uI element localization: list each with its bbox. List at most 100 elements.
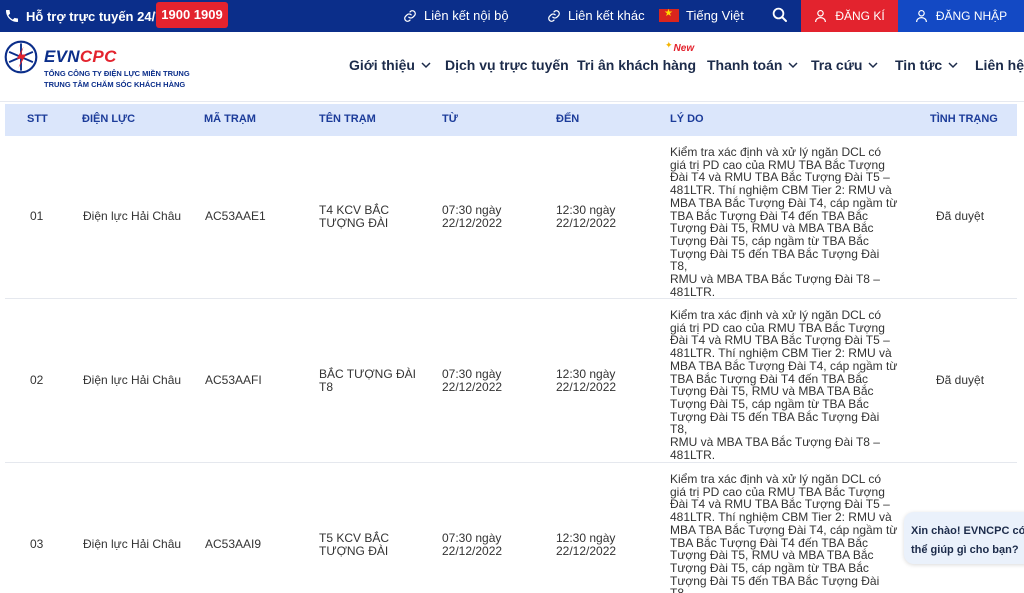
ly-do-line: 481LTR. Thí nghiệm CBM Tier 2: RMU và [670, 346, 892, 361]
nav-gioi-thieu[interactable]: Giới thiệu [349, 57, 431, 73]
ly-do-line: Tượng Đài T5 đến TBA Bắc Tượng Đài T8, [670, 573, 880, 593]
ly-do-line: Tượng Đài T5 đến TBA Bắc Tượng Đài T8, [670, 246, 880, 274]
cell-tu: 07:30 ngày 22/12/2022 [442, 532, 502, 557]
chat-greeting-line: thể giúp gì cho bạn? [911, 544, 1019, 556]
cell-ma-tram: AC53AAE1 [205, 209, 266, 223]
ten-tram-line: TƯỢNG ĐÀI [319, 543, 389, 558]
vietnam-flag-icon [659, 8, 679, 22]
chat-greeting-line: Xin chào! EVNCPC có [911, 525, 1024, 537]
company-name: TỔNG CÔNG TY ĐIỆN LỰC MIỀN TRUNG [44, 69, 190, 78]
den-line: 12:30 ngày [556, 531, 616, 545]
company-subtitle: TRUNG TÂM CHĂM SÓC KHÁCH HÀNG [44, 80, 186, 89]
table-header: STT ĐIỆN LỰC MÃ TRẠM TÊN TRẠM TỪ ĐẾN LÝ … [5, 104, 1017, 136]
chevron-down-icon [948, 61, 958, 68]
nav-label: Liên hệ [975, 57, 1024, 73]
cell-tu: 07:30 ngày 22/12/2022 [442, 204, 502, 229]
login-label: ĐĂNG NHẬP [935, 9, 1008, 23]
login-button[interactable]: ĐĂNG NHẬP [898, 0, 1024, 32]
ly-do-line: Tượng Đài T5, cáp ngầm từ TBA Bắc [670, 396, 869, 411]
brand-evn: EVN [44, 47, 80, 66]
tu-line: 22/12/2022 [442, 215, 503, 230]
ly-do-line: Kiểm tra xác định và xử lý ngăn DCL có [670, 308, 882, 322]
nav-tri-an-khach-hang[interactable]: Tri ân khách hàng [577, 57, 696, 73]
internal-link-label: Liên kết nội bộ [424, 8, 509, 23]
ly-do-line: Kiểm tra xác định và xử lý ngăn DCL có [670, 145, 882, 159]
den-line: 12:30 ngày [556, 203, 616, 217]
cell-dien-luc: Điện lực Hải Châu [83, 537, 182, 551]
tu-line: 07:30 ngày [442, 531, 502, 545]
brand-name[interactable]: EVNCPC [44, 47, 117, 67]
ten-tram-line: TƯỢNG ĐÀI [319, 215, 389, 230]
main-header: EVNCPC TỔNG CÔNG TY ĐIỆN LỰC MIỀN TRUNG … [0, 32, 1024, 102]
register-button[interactable]: ĐĂNG KÍ [801, 0, 898, 32]
ly-do-line: Tượng Đài T5, cáp ngầm từ TBA Bắc [670, 233, 869, 248]
other-link-label: Liên kết khác [568, 8, 645, 23]
nav-label: Tri ân khách hàng [577, 57, 697, 73]
support-info: Hỗ trợ trực tuyến 24/7: [4, 8, 167, 24]
cell-tu: 07:30 ngày 22/12/2022 [442, 368, 502, 393]
nav-label: Tra cứu [811, 57, 863, 73]
user-icon [915, 9, 927, 23]
nav-label: Tin tức [895, 57, 943, 73]
ten-tram-line: T4 KCV BẮC [319, 203, 390, 217]
chat-widget[interactable]: Xin chào! EVNCPC có thể giúp gì cho bạn? [904, 512, 1024, 564]
col-ma-tram: MÃ TRẠM [204, 113, 256, 125]
den-line: 22/12/2022 [556, 215, 617, 230]
cell-ma-tram: AC53AAFI [205, 373, 262, 387]
cell-den: 12:30 ngày 22/12/2022 [556, 532, 616, 557]
nav-tin-tuc[interactable]: Tin tức [895, 57, 958, 73]
language-label: Tiếng Việt [686, 8, 744, 23]
ly-do-line: MBA TBA Bắc Tượng Đài T4, cáp ngầm từ [670, 522, 898, 537]
ten-tram-line: BẮC TƯỢNG ĐÀI [319, 367, 416, 381]
cell-stt: 01 [30, 209, 44, 223]
cell-ly-do: Kiểm tra xác định và xử lý ngăn DCL có g… [670, 309, 898, 461]
col-stt: STT [27, 113, 48, 125]
chevron-down-icon [868, 61, 878, 68]
den-line: 22/12/2022 [556, 543, 617, 558]
internal-link[interactable]: Liên kết nội bộ [403, 8, 509, 23]
table-row: 01 Điện lực Hải Châu AC53AAE1 T4 KCV BẮC… [5, 136, 1017, 299]
evn-logo-icon[interactable] [4, 40, 38, 74]
cell-ten-tram: T5 KCV BẮC TƯỢNG ĐÀI [319, 532, 389, 557]
search-icon[interactable] [771, 6, 789, 24]
nav-tra-cuu[interactable]: Tra cứu [811, 57, 878, 73]
cell-den: 12:30 ngày 22/12/2022 [556, 368, 616, 393]
col-ten-tram: TÊN TRẠM [319, 113, 376, 125]
user-icon [815, 9, 827, 23]
ly-do-line: 481LTR. Thí nghiệm CBM Tier 2: RMU và [670, 183, 892, 198]
nav-label: Giới thiệu [349, 57, 415, 73]
hotline-button[interactable]: 1900 1909 [156, 2, 228, 28]
brand-cpc: CPC [79, 47, 117, 66]
ly-do-line: MBA TBA Bắc Tượng Đài T4, cáp ngầm từ [670, 195, 898, 210]
table-row: 03 Điện lực Hải Châu AC53AAI9 T5 KCV BẮC… [5, 463, 1017, 593]
language-selector[interactable]: Tiếng Việt [659, 8, 744, 23]
chevron-down-icon [788, 61, 798, 68]
chevron-down-icon [421, 61, 431, 68]
nav-label: Dịch vụ trực tuyến [445, 57, 569, 73]
ly-do-line: MBA TBA Bắc Tượng Đài T4, cáp ngầm từ [670, 358, 898, 373]
nav-thanh-toan[interactable]: Thanh toán [707, 57, 798, 73]
support-label: Hỗ trợ trực tuyến 24/7: [26, 8, 167, 24]
cell-ma-tram: AC53AAI9 [205, 537, 262, 551]
ly-do-line: RMU và MBA TBA Bắc Tượng Đài T8 – [670, 435, 880, 450]
cell-tinh-trang: Đã duyệt [936, 209, 985, 223]
nav-dich-vu-truc-tuyen[interactable]: Dịch vụ trực tuyến [445, 57, 569, 73]
cell-ten-tram: BẮC TƯỢNG ĐÀI T8 [319, 368, 416, 393]
cell-ten-tram: T4 KCV BẮC TƯỢNG ĐÀI [319, 204, 389, 229]
cell-den: 12:30 ngày 22/12/2022 [556, 204, 616, 229]
ly-do-line: Tượng Đài T5, cáp ngầm từ TBA Bắc [670, 560, 869, 575]
ten-tram-line: T5 KCV BẮC [319, 531, 390, 545]
register-label: ĐĂNG KÍ [835, 9, 885, 23]
col-tu: TỪ [442, 113, 458, 125]
top-bar: Hỗ trợ trực tuyến 24/7: 1900 1909 Liên k… [0, 0, 1024, 32]
tu-line: 07:30 ngày [442, 203, 502, 217]
ly-do-line: Tượng Đài T5 đến TBA Bắc Tượng Đài T8, [670, 409, 880, 437]
den-line: 22/12/2022 [556, 379, 617, 394]
nav-lien-he[interactable]: Liên hệ [975, 57, 1024, 73]
tu-line: 22/12/2022 [442, 543, 503, 558]
col-tinh-trang: TÌNH TRẠNG [930, 113, 998, 125]
ly-do-line: RMU và MBA TBA Bắc Tượng Đài T8 – [670, 272, 880, 287]
cell-ly-do: Kiểm tra xác định và xử lý ngăn DCL có g… [670, 473, 898, 593]
cell-stt: 02 [30, 373, 44, 387]
other-link[interactable]: Liên kết khác [547, 8, 645, 23]
